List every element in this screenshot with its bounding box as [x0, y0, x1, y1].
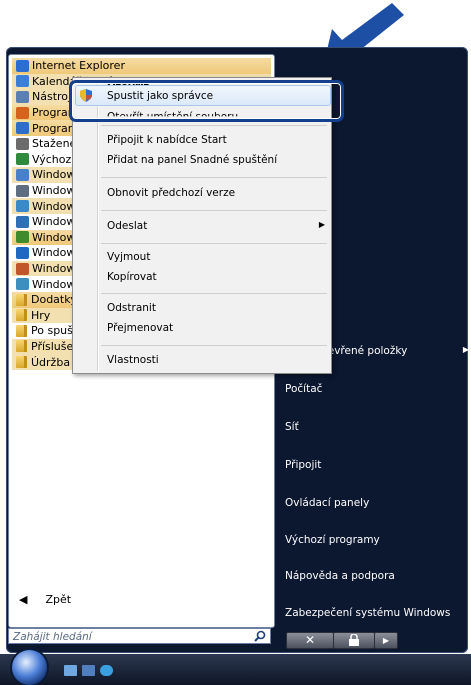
ctx-cut-label: Vyjmout — [107, 251, 151, 263]
help-link[interactable]: Nápověda a podpora — [273, 570, 463, 582]
ctx-rename-label: Přejmenovat — [107, 322, 174, 334]
downloads-icon — [16, 137, 29, 150]
program-item-label: Hry — [31, 308, 51, 322]
gallery-icon — [16, 200, 29, 213]
ctx-properties-label: Vlastnosti — [107, 354, 159, 366]
search-placeholder: Zahájit hledání — [13, 631, 92, 643]
shutdown-options-button[interactable]: ▶ — [374, 632, 398, 649]
separator — [101, 177, 327, 178]
dvd-maker-icon — [16, 246, 29, 259]
context-menu-gutter — [97, 80, 98, 371]
separator — [101, 125, 327, 126]
back-arrow-icon: ◀ — [19, 593, 28, 606]
ctx-copy[interactable]: Kopírovat — [107, 271, 157, 283]
connect-label: Připojit — [285, 459, 322, 471]
meeting-icon — [16, 278, 29, 291]
close-icon: ✕ — [304, 633, 316, 647]
folder-icon — [16, 324, 27, 337]
control-panel-link[interactable]: Ovládací panely — [273, 497, 463, 509]
calendar-icon — [16, 75, 29, 88]
security-label: Zabezpečení systému Windows — [285, 607, 451, 619]
ctx-cut[interactable]: Vyjmout — [107, 251, 150, 263]
ctx-send-to-label: Odeslat — [107, 220, 148, 232]
ctx-properties[interactable]: Vlastnosti — [107, 354, 159, 366]
program-item-label: Stažené — [32, 137, 77, 151]
connect-link[interactable]: Připojit — [273, 459, 463, 471]
control-panel-label: Ovládací panely — [285, 497, 370, 509]
program-item-label: Internet Explorer — [32, 59, 125, 73]
folder-icon — [16, 356, 27, 369]
movie-maker-icon — [16, 262, 29, 275]
submenu-arrow-icon: ▶ — [462, 345, 469, 354]
ctx-pin-start[interactable]: Připojit k nabídce Start — [107, 134, 227, 146]
separator — [101, 345, 327, 346]
folder-icon — [16, 309, 27, 322]
ie-icon — [16, 59, 29, 72]
ctx-pin-start-label: Připojit k nabídce Start — [107, 134, 227, 146]
separator — [101, 293, 327, 294]
globe-icon — [16, 153, 29, 166]
help-label: Nápověda a podpora — [285, 570, 395, 582]
callout-frame — [69, 80, 344, 122]
search-input[interactable]: Zahájit hledání — [8, 628, 271, 644]
ctx-pin-quick[interactable]: Přidat na panel Snadné spuštění — [107, 154, 277, 166]
contacts-icon — [16, 168, 29, 181]
security-link[interactable]: Zabezpečení systému Windows — [273, 607, 463, 619]
media-icon — [16, 231, 29, 244]
ctx-pin-quick-label: Přidat na panel Snadné spuštění — [107, 154, 278, 166]
ctx-restore-versions-label: Obnovit předchozí verze — [107, 187, 236, 199]
program-item-label: Údržba — [31, 355, 71, 369]
search-icon[interactable] — [254, 630, 266, 642]
computer-link[interactable]: Počítač — [273, 383, 463, 395]
default-programs-label: Výchozí programy — [285, 534, 380, 546]
back-label: Zpět — [45, 593, 72, 606]
programs-icon — [16, 106, 29, 119]
separator — [101, 243, 327, 244]
folder-icon — [16, 293, 27, 306]
snipping-tool-icon — [16, 90, 29, 103]
shutdown-button[interactable]: ✕ — [286, 632, 334, 649]
start-orb-icon[interactable] — [12, 650, 47, 685]
show-desktop-icon[interactable] — [64, 665, 77, 676]
ctx-rename[interactable]: Přejmenovat — [107, 322, 173, 334]
ctx-restore-versions[interactable]: Obnovit předchozí verze — [107, 187, 235, 199]
ctx-delete[interactable]: Odstranit — [107, 302, 156, 314]
default-programs-icon — [16, 122, 29, 135]
ctx-copy-label: Kopírovat — [107, 271, 157, 283]
ctx-send-to[interactable]: Odeslat ▶ — [107, 220, 325, 232]
computer-label: Počítač — [285, 383, 323, 395]
arrow-right-icon: ▶ — [382, 636, 390, 645]
network-link[interactable]: Síť — [273, 421, 463, 433]
program-item-label: Výchozí — [32, 152, 75, 166]
back-button[interactable]: ◀ Zpět — [19, 593, 71, 606]
lock-button[interactable] — [333, 632, 375, 649]
update-icon — [16, 215, 29, 228]
ie-quicklaunch-icon[interactable] — [100, 665, 113, 676]
program-item[interactable]: Internet Explorer — [12, 58, 271, 74]
ctx-delete-label: Odstranit — [107, 302, 156, 314]
network-label: Síť — [285, 421, 299, 433]
switch-windows-icon[interactable] — [82, 665, 95, 676]
lock-icon — [349, 633, 359, 646]
folder-icon — [16, 340, 27, 353]
default-programs-link[interactable]: Výchozí programy — [273, 534, 463, 546]
separator — [101, 210, 327, 211]
fax-icon — [16, 184, 29, 197]
submenu-arrow-icon: ▶ — [318, 220, 325, 229]
program-item-label: Dodatky — [31, 293, 77, 307]
